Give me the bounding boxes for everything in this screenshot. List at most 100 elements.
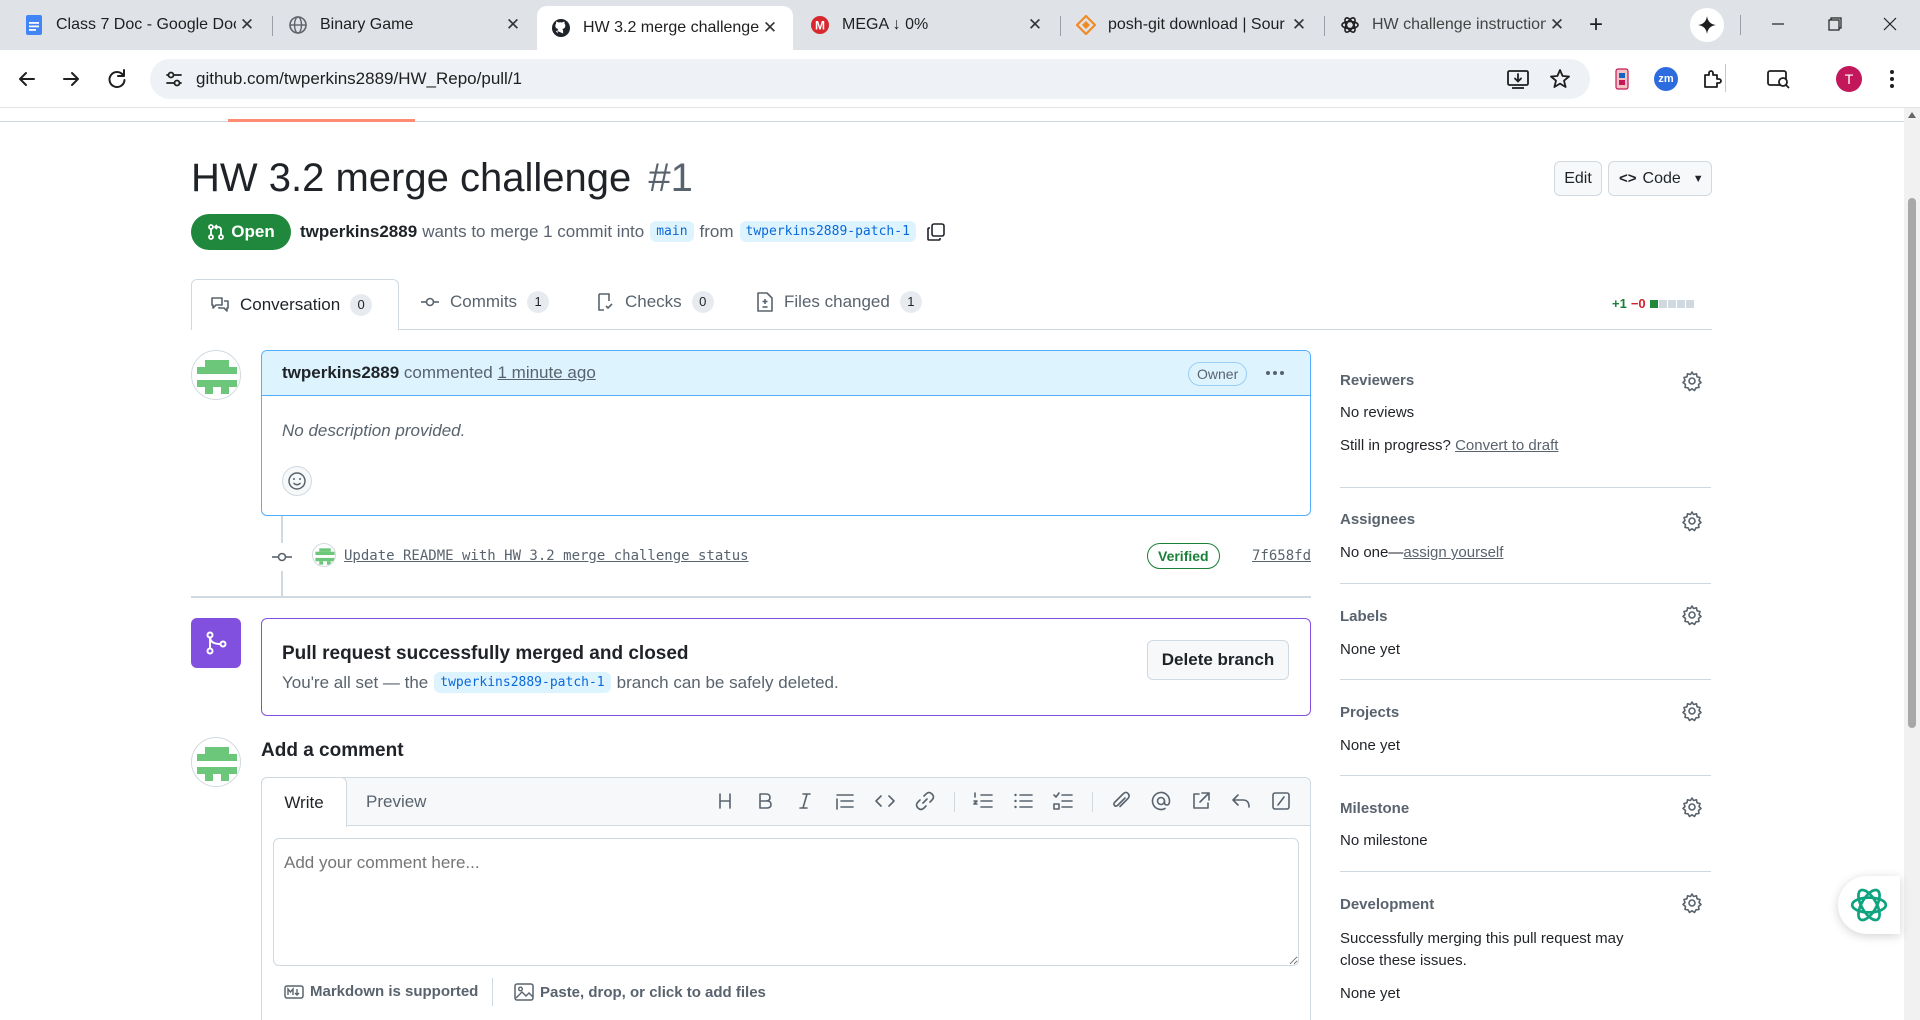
heading-icon[interactable] — [714, 790, 736, 812]
pr-state-badge: Open — [191, 214, 291, 250]
browser-tab-sourceforge[interactable]: posh-git download | Sour ✕ — [1062, 7, 1322, 43]
head-branch[interactable]: twperkins2889-patch-1 — [739, 221, 916, 242]
commit-message-link[interactable]: Update README with HW 3.2 merge challeng… — [344, 548, 749, 564]
close-icon[interactable]: ✕ — [1288, 14, 1310, 36]
close-icon[interactable]: ✕ — [1546, 14, 1568, 36]
bookmark-button[interactable] — [1548, 67, 1572, 91]
mention-icon[interactable] — [1150, 790, 1172, 812]
extension-ticket-button[interactable] — [1610, 67, 1634, 91]
diffstat: +1 −0 — [1612, 296, 1694, 311]
comment-textarea[interactable] — [273, 838, 1299, 966]
forward-button[interactable] — [58, 66, 84, 92]
development-title[interactable]: Development — [1340, 896, 1434, 913]
code-icon: <> — [1619, 170, 1637, 187]
pr-number: #1 — [648, 156, 693, 200]
close-icon[interactable]: ✕ — [759, 17, 781, 39]
assignees-title[interactable]: Assignees — [1340, 511, 1415, 528]
browser-tab-google-docs[interactable]: Class 7 Doc - Google Docs ✕ — [10, 7, 270, 43]
tab-commits[interactable]: Commits 1 — [420, 291, 550, 313]
gear-icon[interactable] — [1681, 510, 1703, 532]
merge-status-box: Pull request successfully merged and clo… — [261, 618, 1311, 716]
edit-title-button[interactable]: Edit — [1554, 161, 1602, 196]
browser-tab-github-pr[interactable]: HW 3.2 merge challenge b ✕ — [537, 6, 793, 50]
assign-yourself-link[interactable]: assign yourself — [1403, 544, 1503, 561]
projects-title[interactable]: Projects — [1340, 704, 1399, 721]
install-app-button[interactable] — [1506, 68, 1530, 90]
avatar[interactable] — [191, 737, 241, 787]
comment-options-button[interactable] — [1262, 361, 1288, 385]
browser-tab-binary-game[interactable]: Binary Game ✕ — [274, 7, 536, 43]
browser-tab-mega[interactable]: M MEGA ↓ 0% ✕ — [796, 7, 1058, 43]
browser-toolbar: github.com/twperkins2889/HW_Repo/pull/1 … — [0, 50, 1920, 108]
site-settings-icon[interactable] — [164, 69, 184, 89]
link-icon[interactable] — [914, 790, 936, 812]
gear-icon[interactable] — [1681, 370, 1703, 392]
page-scrollbar[interactable] — [1904, 108, 1920, 1020]
close-icon[interactable]: ✕ — [236, 14, 258, 36]
close-window-button[interactable] — [1876, 12, 1904, 36]
reload-button[interactable] — [104, 66, 130, 92]
tab-checks[interactable]: Checks 0 — [595, 291, 714, 313]
gemini-button[interactable] — [1690, 8, 1724, 42]
cross-reference-icon[interactable] — [1190, 790, 1212, 812]
address-bar[interactable]: github.com/twperkins2889/HW_Repo/pull/1 — [150, 59, 1590, 99]
markdown-supported-link[interactable]: Markdown is supported — [284, 983, 478, 1000]
commit-sha-link[interactable]: 7f658fd — [1252, 548, 1311, 564]
gear-icon[interactable] — [1681, 700, 1703, 722]
reviewers-title[interactable]: Reviewers — [1340, 372, 1414, 389]
zoom-extension-button[interactable]: zm — [1654, 67, 1678, 91]
avatar[interactable] — [312, 543, 336, 567]
new-tab-button[interactable]: + — [1582, 13, 1610, 39]
labels-title[interactable]: Labels — [1340, 608, 1388, 625]
add-reaction-button[interactable] — [282, 466, 312, 496]
quote-icon[interactable] — [834, 790, 856, 812]
close-icon[interactable]: ✕ — [1024, 14, 1046, 36]
copy-icon[interactable] — [926, 222, 946, 242]
pr-author-link[interactable]: twperkins2889 — [300, 222, 417, 242]
code-button[interactable]: <> Code ▼ — [1608, 161, 1712, 196]
attach-files-link[interactable]: Paste, drop, or click to add files — [514, 983, 766, 1001]
verified-badge[interactable]: Verified — [1147, 543, 1220, 569]
comment-author-link[interactable]: twperkins2889 — [282, 363, 399, 382]
gear-icon[interactable] — [1681, 796, 1703, 818]
toolbar-divider — [954, 792, 955, 812]
browser-menu-button[interactable] — [1880, 66, 1904, 92]
gear-icon[interactable] — [1681, 604, 1703, 626]
ticket-extension-icon — [1615, 68, 1629, 90]
unordered-list-icon[interactable] — [1012, 790, 1034, 812]
convert-to-draft-link[interactable]: Convert to draft — [1455, 437, 1558, 454]
back-button[interactable] — [14, 66, 40, 92]
write-tab[interactable]: Write — [261, 777, 347, 827]
close-icon[interactable]: ✕ — [502, 14, 524, 36]
slash-commands-icon[interactable] — [1270, 790, 1292, 812]
checklist-icon — [598, 293, 613, 311]
minimize-button[interactable] — [1764, 12, 1792, 36]
scrollbar-thumb[interactable] — [1908, 198, 1916, 728]
milestone-title[interactable]: Milestone — [1340, 800, 1409, 817]
reply-icon[interactable] — [1230, 790, 1252, 812]
code-icon[interactable] — [874, 790, 896, 812]
italic-icon[interactable] — [794, 790, 816, 812]
preview-tab[interactable]: Preview — [366, 792, 426, 812]
assignees-row: No one—assign yourself — [1340, 544, 1503, 561]
ordered-list-icon[interactable] — [972, 790, 994, 812]
paperclip-icon[interactable] — [1110, 790, 1132, 812]
profile-avatar[interactable]: T — [1836, 66, 1862, 92]
tab-files-changed[interactable]: Files changed 1 — [756, 291, 922, 313]
search-tabs-button[interactable] — [1766, 67, 1792, 91]
restore-button[interactable] — [1820, 12, 1848, 36]
gear-icon[interactable] — [1681, 892, 1703, 914]
scroll-up-arrow[interactable] — [1908, 112, 1916, 118]
floating-assistant-button[interactable] — [1838, 876, 1900, 934]
base-branch[interactable]: main — [650, 221, 694, 242]
delete-branch-button[interactable]: Delete branch — [1147, 640, 1289, 680]
merged-branch-name[interactable]: twperkins2889-patch-1 — [434, 672, 611, 693]
bold-icon[interactable] — [754, 790, 776, 812]
tab-conversation[interactable]: Conversation 0 — [191, 279, 399, 330]
task-list-icon[interactable] — [1052, 790, 1074, 812]
tab-label: Files changed — [784, 292, 890, 311]
browser-tab-chatgpt[interactable]: HW challenge instructions ✕ — [1326, 7, 1580, 43]
extensions-button[interactable] — [1700, 67, 1724, 91]
comment-timestamp-link[interactable]: 1 minute ago — [497, 363, 595, 382]
avatar[interactable] — [191, 350, 241, 400]
